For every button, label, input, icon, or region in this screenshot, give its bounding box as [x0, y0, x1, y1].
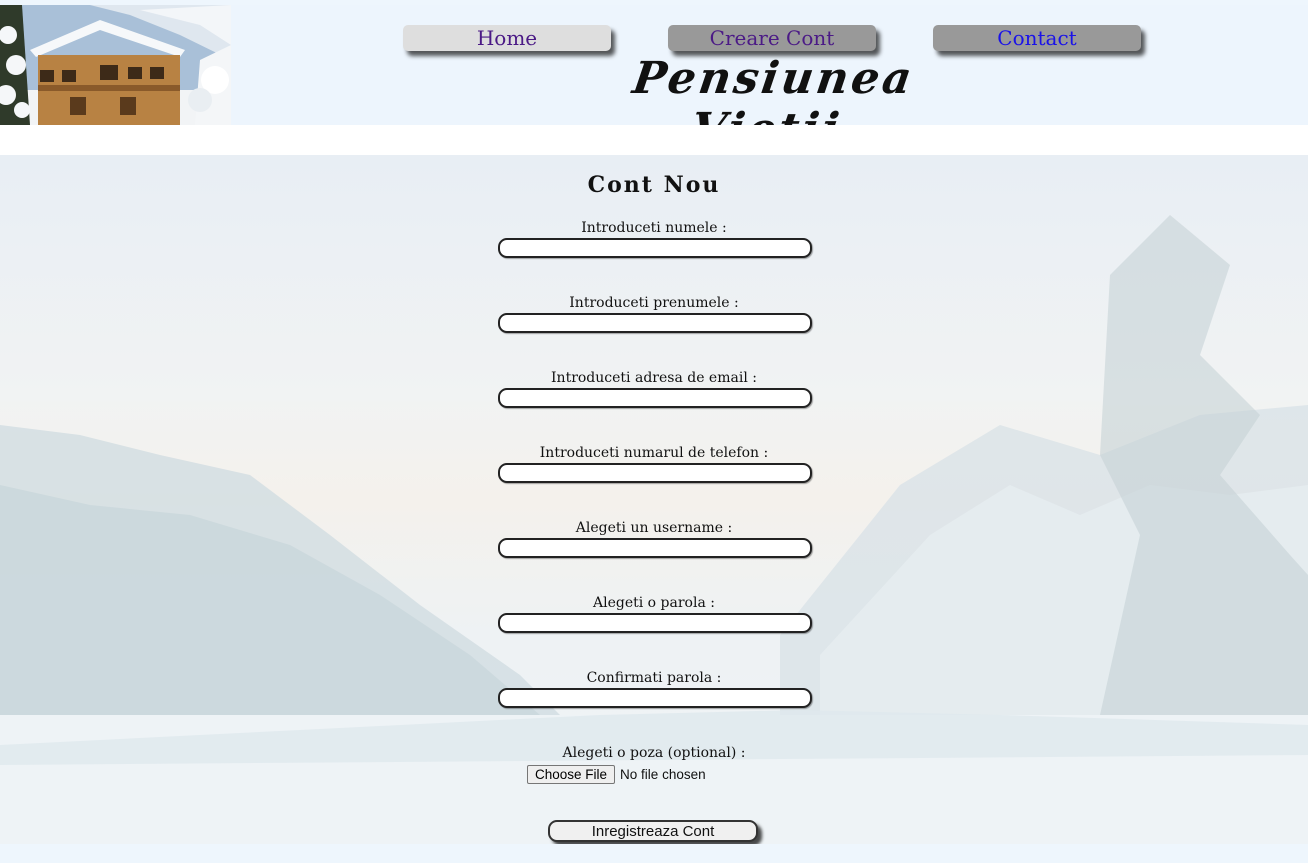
photo-file-picker: Choose File No file chosen — [527, 764, 706, 784]
site-header: Home Creare Cont Contact Pensiunea Vieti… — [0, 5, 1308, 155]
form-title: Cont Nou — [587, 172, 721, 198]
username-input[interactable] — [498, 538, 812, 558]
parola-input[interactable] — [498, 613, 812, 633]
nume-input[interactable] — [498, 238, 812, 258]
confirmare-parola-input[interactable] — [498, 688, 812, 708]
telefon-input[interactable] — [498, 463, 812, 483]
choose-file-button[interactable]: Choose File — [527, 764, 616, 784]
field-label-prenume: Introduceti prenumele : — [569, 295, 739, 311]
prenume-input[interactable] — [498, 313, 812, 333]
field-label-parola: Alegeti o parola : — [593, 595, 715, 611]
nav-creare-cont-button[interactable]: Creare Cont — [668, 25, 876, 51]
field-label-nume: Introduceti numele : — [581, 220, 727, 236]
footer-band — [0, 844, 1308, 863]
register-form: Cont Nou Introduceti numele : Introducet… — [0, 155, 1308, 844]
submit-register-button[interactable]: Inregistreaza Cont — [548, 820, 758, 842]
nav-home-button[interactable]: Home — [403, 25, 611, 51]
email-input[interactable] — [498, 388, 812, 408]
file-status-text: No file chosen — [620, 766, 706, 782]
field-label-telefon: Introduceti numarul de telefon : — [539, 445, 769, 461]
field-label-email: Introduceti adresa de email : — [551, 370, 757, 386]
field-label-username: Alegeti un username : — [575, 520, 733, 536]
field-label-poza: Alegeti o poza (optional) : — [562, 745, 746, 761]
field-label-confirmare-parola: Confirmati parola : — [586, 670, 722, 686]
header-spacer — [0, 125, 1308, 155]
chalet-logo-image — [0, 5, 231, 125]
nav-contact-button[interactable]: Contact — [933, 25, 1141, 51]
main-content: Cont Nou Introduceti numele : Introducet… — [0, 155, 1308, 844]
